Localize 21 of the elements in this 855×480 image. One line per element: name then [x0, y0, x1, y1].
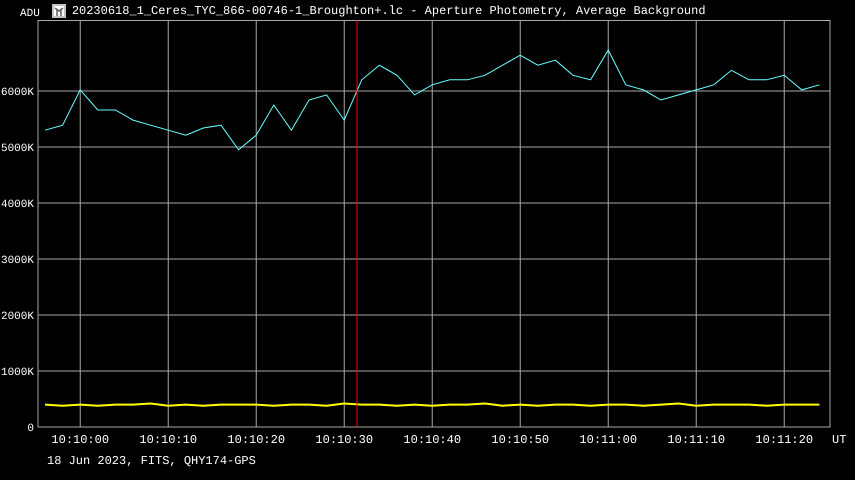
- x-tick-label: 10:10:30: [315, 433, 374, 447]
- y-tick-label: 0: [27, 423, 34, 435]
- x-tick-label: 10:11:20: [755, 433, 814, 447]
- y-tick-label: 4000K: [0, 199, 34, 211]
- y-tick-label: 1000K: [0, 367, 34, 379]
- app-icon: [52, 4, 66, 18]
- y-tick-label: 5000K: [0, 143, 34, 155]
- x-tick-label: 10:10:40: [403, 433, 462, 447]
- y-tick-label: 3000K: [0, 255, 34, 267]
- x-tick-label: 10:10:00: [51, 433, 110, 447]
- x-axis-unit: UT: [832, 433, 846, 447]
- footer-info: 18 Jun 2023, FITS, QHY174-GPS: [47, 455, 256, 467]
- y-tick-label: 2000K: [0, 311, 34, 323]
- x-tick-label: 10:10:20: [227, 433, 286, 447]
- x-tick-label: 10:11:10: [667, 433, 726, 447]
- y-tick-label: 6000K: [0, 87, 34, 99]
- x-tick-label: 10:10:10: [139, 433, 198, 447]
- window-title: 20230618_1_Ceres_TYC_866-00746-1_Broughton+.lc - Aperture Photometry, Average Background: [72, 5, 706, 17]
- x-tick-label: 10:10:50: [491, 433, 550, 447]
- x-tick-label: 10:11:00: [579, 433, 638, 447]
- y-axis-label: ADU: [20, 9, 40, 20]
